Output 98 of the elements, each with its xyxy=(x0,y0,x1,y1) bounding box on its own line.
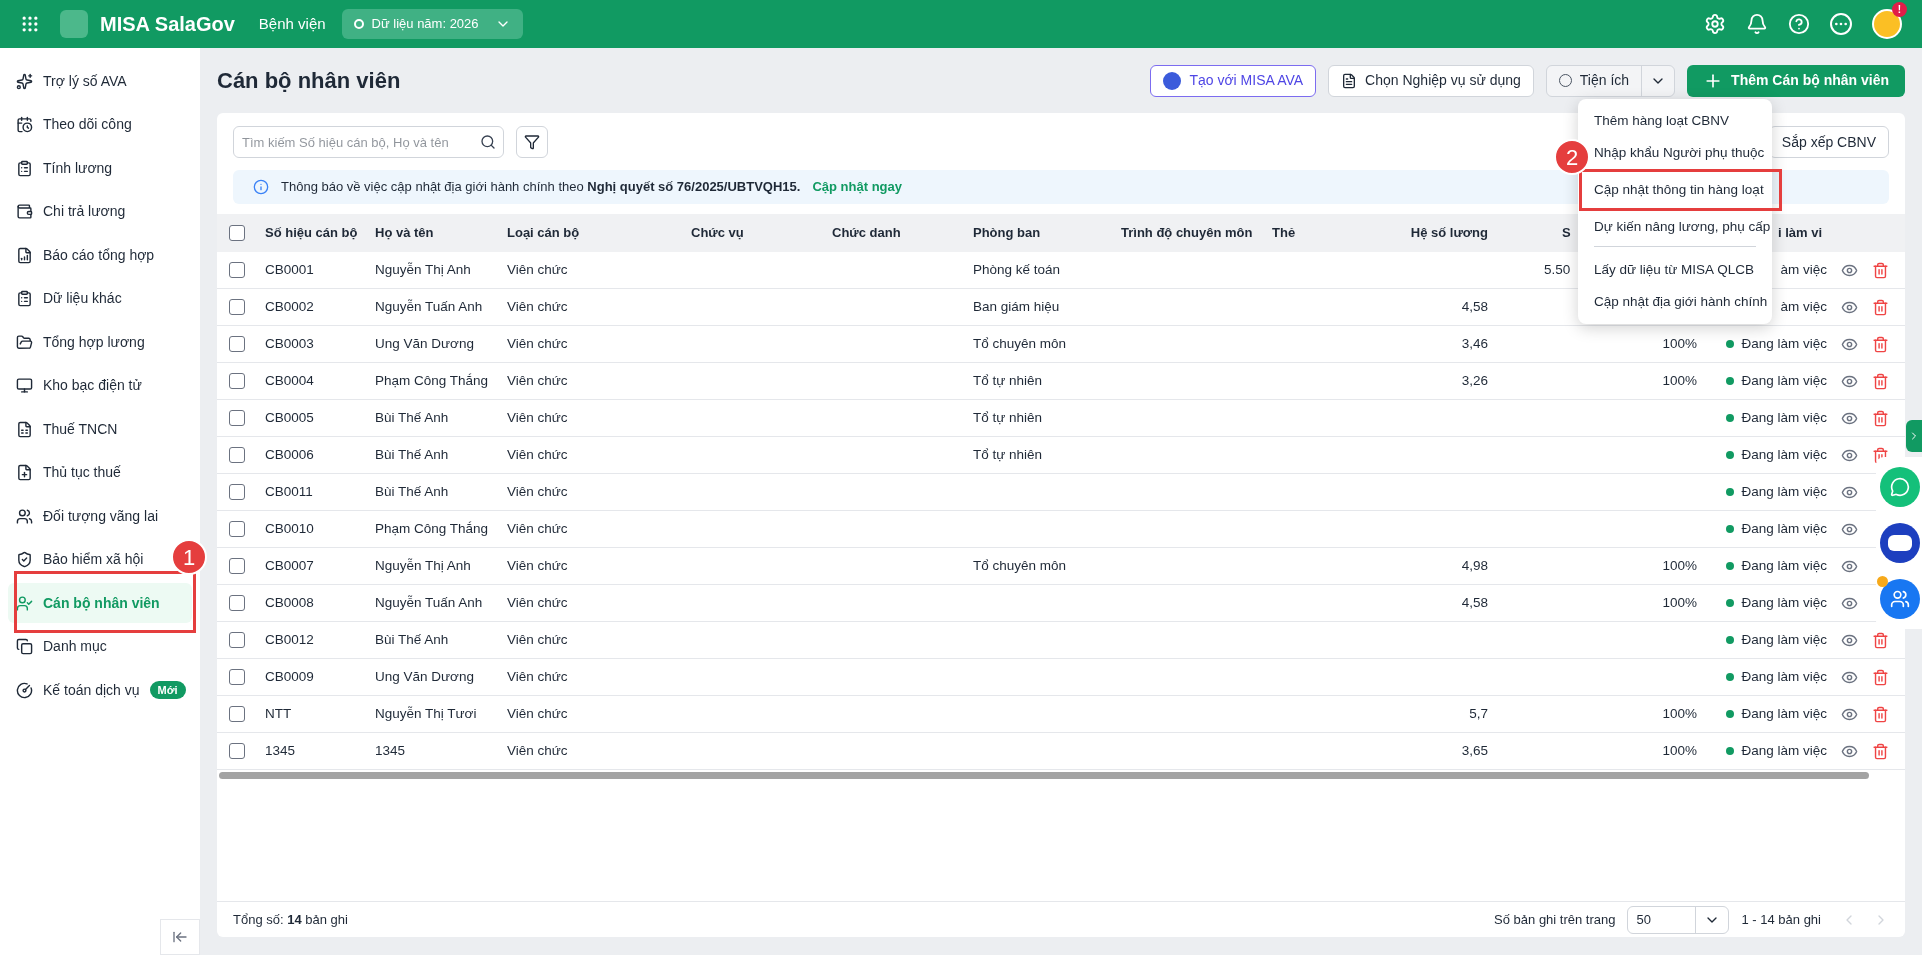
table-cell: CB0001 xyxy=(265,261,314,277)
table-cell: Viên chức xyxy=(507,372,568,388)
table-cell: Nguyễn Tuấn Anh xyxy=(375,298,483,314)
table-cell: CB0008 xyxy=(265,594,314,610)
table-cell: Nguyễn Tuấn Anh xyxy=(375,594,483,610)
table-cell: Viên chức xyxy=(507,335,568,351)
status-text: Đang làm việc xyxy=(1741,630,1827,649)
table-cell: Viên chức xyxy=(507,742,568,758)
table-cell: 3,26 xyxy=(1461,372,1488,388)
unit-name: Bệnh viện xyxy=(258,13,326,34)
column-header: Trình độ chuyên môn xyxy=(1121,225,1253,241)
table-cell: CB0012 xyxy=(265,631,314,647)
table-cell: 4,58 xyxy=(1461,298,1488,314)
table-cell: CB0010 xyxy=(265,520,314,536)
table-cell: Nguyễn Thị Tươi xyxy=(375,705,477,721)
table-cell: Viên chức xyxy=(507,446,568,462)
page-size-label: Số bản ghi trên trang xyxy=(1494,910,1616,929)
column-header: Họ và tên xyxy=(375,225,434,241)
table-cell: CB0009 xyxy=(265,668,314,684)
table-cell: Viên chức xyxy=(507,409,568,425)
table-cell: Ung Văn Dương xyxy=(375,335,474,351)
step-badge: 1 xyxy=(171,539,207,575)
status-text: Đang làm việc xyxy=(1741,408,1827,427)
total-count: Tổng số: 14 bản ghi xyxy=(233,910,348,929)
table-cell: Tổ tự nhiên xyxy=(973,372,1043,388)
table-cell: 4,58 xyxy=(1461,594,1488,610)
status-text: Đang làm việc xyxy=(1741,334,1827,353)
table-cell: Viên chức xyxy=(507,705,568,721)
app-name: MISA SalaGov xyxy=(100,12,235,37)
table-cell: NTT xyxy=(265,705,292,721)
page-range: 1 - 14 bản ghi xyxy=(1741,910,1821,929)
table-cell: CB0004 xyxy=(265,372,314,388)
table-cell: 4,98 xyxy=(1461,557,1488,573)
table-cell: 1345 xyxy=(265,742,296,758)
status-text: Đang làm việc xyxy=(1741,445,1827,464)
status-text: àm việc xyxy=(1780,297,1827,316)
status-text: Đang làm việc xyxy=(1741,556,1827,575)
column-header: Thẻ xyxy=(1272,225,1296,241)
table-cell: CB0003 xyxy=(265,335,314,351)
table-cell: Bùi Thế Anh xyxy=(375,483,449,499)
new-tag: Mới xyxy=(149,680,186,700)
table-cell: 100% xyxy=(1662,335,1697,351)
table-cell: 100% xyxy=(1662,372,1697,388)
table-cell: CB0011 xyxy=(265,483,313,499)
column-header: Chức danh xyxy=(832,225,901,241)
table-cell: Tổ tự nhiên xyxy=(973,446,1043,462)
column-header: Hệ số lương xyxy=(1410,225,1488,241)
table-cell: Viên chức xyxy=(507,298,568,314)
table-cell: Viên chức xyxy=(507,594,568,610)
status-text: Đang làm việc xyxy=(1741,519,1827,538)
column-header: Số hiệu cán bộ xyxy=(265,225,358,241)
column-header: S xyxy=(1562,225,1571,241)
table-cell: 100% xyxy=(1662,594,1697,610)
status-text: Đang làm việc xyxy=(1741,371,1827,390)
table-cell: Tổ chuyên môn xyxy=(973,557,1067,573)
table-cell: 5.50 xyxy=(1544,261,1571,277)
table-cell: Ung Văn Dương xyxy=(375,668,474,684)
page-title: Cán bộ nhân viên xyxy=(217,67,401,95)
table-cell: CB0002 xyxy=(265,298,314,314)
table-cell: Bùi Thế Anh xyxy=(375,409,449,425)
table-cell: CB0005 xyxy=(265,409,314,425)
status-text: Đang làm việc xyxy=(1741,741,1827,760)
table-cell: 1345 xyxy=(375,742,406,758)
table-cell: Viên chức xyxy=(507,483,568,499)
table-cell: 5,7 xyxy=(1469,705,1488,721)
table-cell: Ban giám hiệu xyxy=(973,298,1060,314)
table-cell: Phạm Công Thắng xyxy=(375,372,489,388)
table-cell: Phạm Công Thắng xyxy=(375,520,489,536)
table-cell: Viên chức xyxy=(507,668,568,684)
table-cell: 100% xyxy=(1662,705,1697,721)
table-cell: Tổ tự nhiên xyxy=(973,409,1043,425)
column-header: Loại cán bộ xyxy=(507,225,580,241)
table-cell: Tổ chuyên môn xyxy=(973,335,1067,351)
table-cell: Viên chức xyxy=(507,631,568,647)
table-cell: 3,46 xyxy=(1461,335,1488,351)
column-header: Chức vụ xyxy=(691,225,744,241)
table-cell: 100% xyxy=(1662,557,1697,573)
status-text: Đang làm việc xyxy=(1741,704,1827,723)
status-text: Đang làm việc xyxy=(1741,482,1827,501)
status-text: Đang làm việc xyxy=(1741,667,1827,686)
table-cell: Viên chức xyxy=(507,557,568,573)
table-cell: Nguyễn Thị Anh xyxy=(375,261,471,277)
notification-badge: ! xyxy=(1892,2,1907,17)
table-cell: CB0007 xyxy=(265,557,314,573)
table-cell: Viên chức xyxy=(507,261,568,277)
table-cell: 3,65 xyxy=(1461,742,1488,758)
column-header: i làm vi xyxy=(1778,225,1823,241)
table-cell: Bùi Thế Anh xyxy=(375,631,449,647)
status-text: àm việc xyxy=(1780,260,1827,279)
table-cell: 100% xyxy=(1662,742,1697,758)
notice-text: Thông báo về việc cập nhật địa giới hành chính theo Nghị quyết số 76/2025/UBTVQH15. xyxy=(281,178,801,197)
table-cell: CB0006 xyxy=(265,446,314,462)
table-cell: Phòng kế toán xyxy=(973,261,1061,277)
table-cell: Nguyễn Thị Anh xyxy=(375,557,471,573)
table-cell: Viên chức xyxy=(507,520,568,536)
table-cell: Bùi Thế Anh xyxy=(375,446,449,462)
status-text: Đang làm việc xyxy=(1741,593,1827,612)
column-header: Phòng ban xyxy=(973,225,1041,241)
